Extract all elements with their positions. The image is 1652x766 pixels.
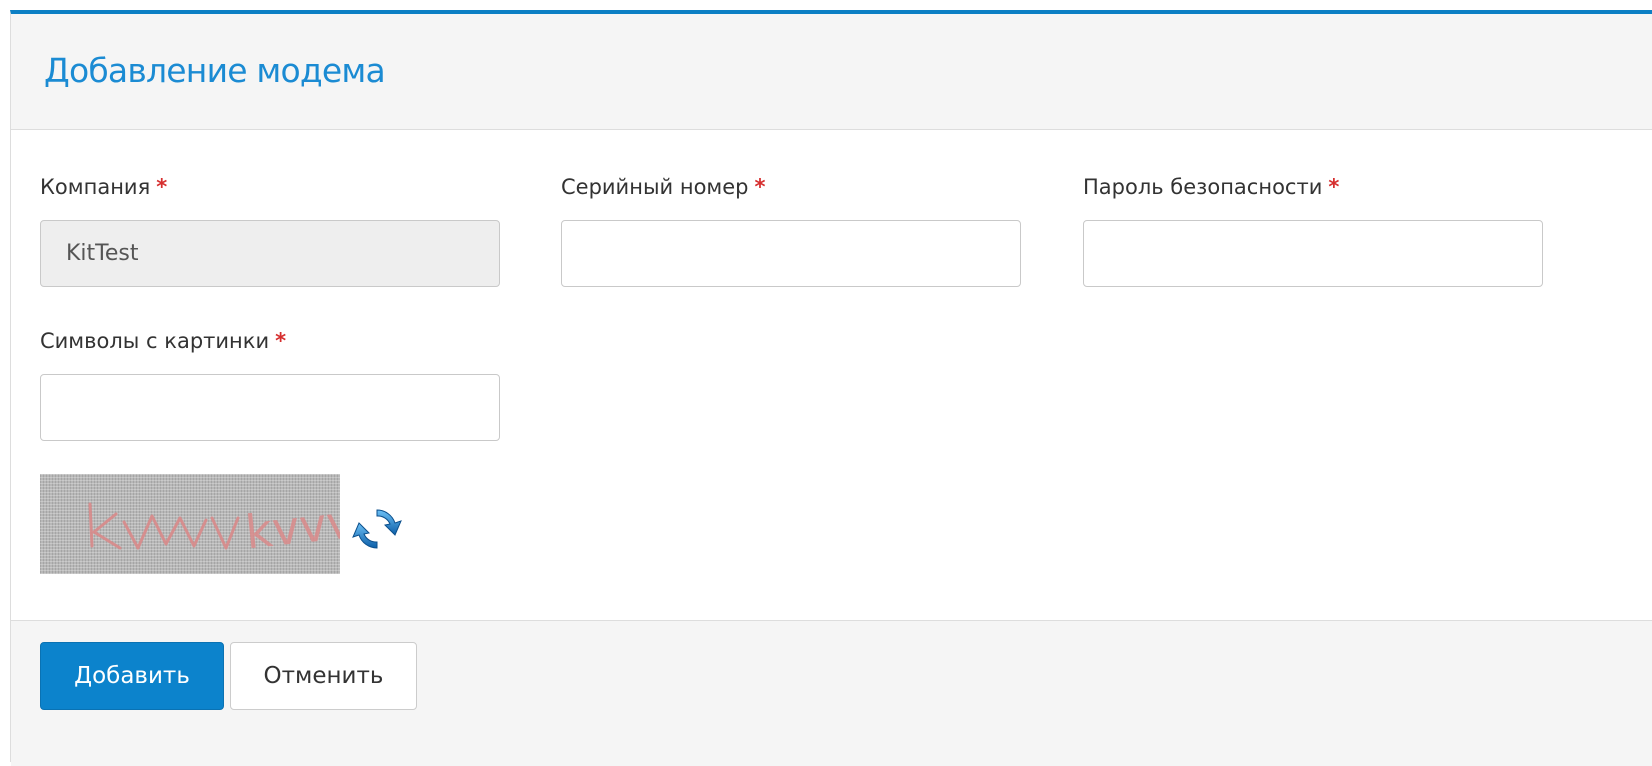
captcha-code-label: Символы с картинки *: [40, 325, 502, 357]
captcha-code-label-text: Символы с картинки: [40, 329, 270, 353]
cancel-button[interactable]: Отменить: [230, 642, 417, 710]
captcha-code-input[interactable]: [40, 374, 500, 441]
page-title: Добавление модема: [44, 51, 386, 90]
security-password-label: Пароль безопасности *: [1083, 171, 1545, 203]
required-marker: *: [1328, 175, 1340, 199]
company-field-group: Компания *: [40, 171, 502, 287]
captcha-graphic: kvvval: [88, 490, 340, 559]
captcha-code-field-group: Символы с картинки *: [40, 325, 502, 441]
required-marker: *: [156, 175, 168, 199]
company-input[interactable]: [40, 220, 500, 287]
panel-header: Добавление модема: [11, 14, 1652, 130]
required-marker: *: [754, 175, 766, 199]
captcha-text: kvvval: [243, 490, 340, 559]
refresh-icon[interactable]: [348, 504, 406, 554]
security-password-label-text: Пароль безопасности: [1083, 175, 1323, 199]
company-label-text: Компания: [40, 175, 151, 199]
panel-footer: Добавить Отменить: [11, 620, 1652, 766]
serial-number-label: Серийный номер *: [561, 171, 1023, 203]
serial-number-label-text: Серийный номер: [561, 175, 749, 199]
security-password-input[interactable]: [1083, 220, 1543, 287]
add-button[interactable]: Добавить: [40, 642, 224, 710]
required-marker: *: [275, 329, 287, 353]
serial-number-input[interactable]: [561, 220, 1021, 287]
security-password-field-group: Пароль безопасности *: [1083, 171, 1545, 287]
captcha-image: kvvval: [40, 474, 340, 574]
serial-number-field-group: Серийный номер *: [561, 171, 1023, 287]
add-modem-panel: Добавление модема Компания* Серийный ном…: [10, 10, 1652, 766]
company-label: Компания *: [40, 171, 502, 203]
